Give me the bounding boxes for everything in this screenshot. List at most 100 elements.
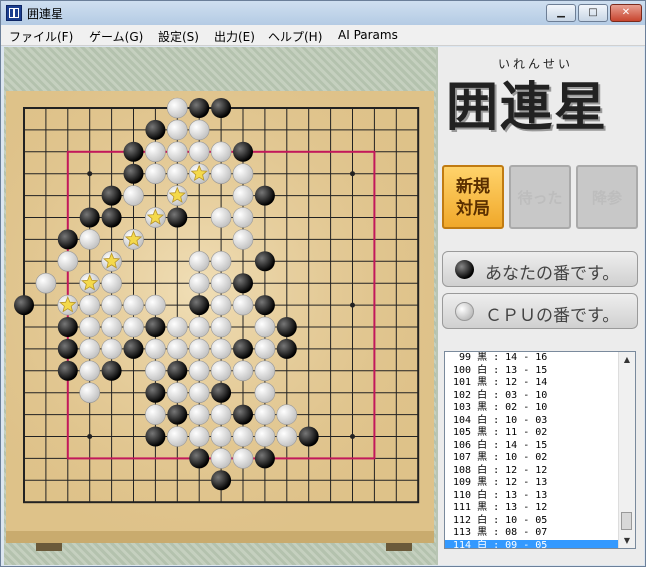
menu-ai-params[interactable]: AI Params (338, 28, 398, 42)
move-list-item[interactable]: 105 黒 : 11 - 02 (445, 427, 619, 440)
black-stone (254, 295, 275, 316)
white-stone (145, 338, 166, 360)
black-stone (14, 295, 34, 316)
black-stone (254, 251, 275, 272)
move-list-item[interactable]: 102 白 : 03 - 10 (445, 390, 619, 403)
resign-label: 降参 (591, 189, 622, 207)
move-list-item[interactable]: 114 白 : 09 - 05 (445, 539, 619, 548)
white-stone (123, 316, 144, 338)
move-list-item[interactable]: 103 黒 : 02 - 10 (445, 402, 619, 415)
move-list-item[interactable]: 110 白 : 13 - 13 (445, 490, 619, 503)
white-stone (101, 272, 122, 294)
star-point (350, 171, 355, 177)
maximize-button[interactable]: □ (578, 4, 608, 22)
white-stone (123, 185, 144, 206)
white-stone (123, 294, 144, 316)
move-list-item[interactable]: 104 白 : 10 - 03 (445, 415, 619, 428)
new-game-button[interactable]: 新規 対局 (442, 165, 504, 229)
move-list-item[interactable]: 99 黒 : 14 - 16 (445, 352, 619, 365)
resign-button[interactable]: 降参 (576, 165, 638, 229)
move-list-item[interactable]: 108 白 : 12 - 12 (445, 465, 619, 478)
black-stone (57, 360, 78, 381)
white-stone (210, 272, 232, 294)
move-list-item[interactable]: 109 黒 : 12 - 13 (445, 477, 619, 490)
white-stone (188, 404, 210, 425)
black-stone (123, 163, 144, 184)
move-list-item[interactable]: 107 黒 : 10 - 02 (445, 452, 619, 465)
black-stone (167, 207, 188, 228)
menu-help[interactable]: ヘルプ(H) (268, 28, 322, 45)
scroll-up-icon[interactable]: ▲ (619, 352, 635, 367)
white-stone (232, 207, 254, 228)
white-stone (210, 294, 232, 316)
white-stone (276, 426, 298, 447)
white-stone (232, 294, 254, 316)
black-stone (167, 404, 188, 425)
white-stone (79, 294, 100, 316)
white-stone (145, 360, 166, 382)
undo-button[interactable]: 待った (509, 165, 571, 229)
black-stone (123, 338, 144, 359)
menu-game[interactable]: ゲーム(G) (89, 28, 143, 45)
move-list-item[interactable]: 113 黒 : 08 - 07 (445, 527, 619, 540)
scroll-thumb[interactable] (621, 512, 632, 530)
black-stone (276, 317, 297, 337)
move-list-item[interactable]: 106 白 : 14 - 15 (445, 440, 619, 453)
white-stone (188, 251, 210, 272)
white-stone (188, 338, 210, 360)
black-stone (233, 141, 253, 162)
move-list-item[interactable]: 111 黒 : 13 - 12 (445, 502, 619, 515)
side-panel: いれんせい 囲連星 新規 対局 待った 降参 あなたの番です。 ＣＰＵの番です。… (438, 47, 644, 565)
white-stone (188, 141, 210, 163)
white-stone (210, 316, 232, 338)
black-stone (57, 229, 78, 250)
white-stone (79, 338, 100, 360)
white-stone (254, 382, 276, 404)
white-stone (210, 141, 232, 163)
white-stone (210, 163, 232, 184)
black-stone (57, 317, 78, 337)
menu-output[interactable]: 出力(E) (214, 28, 255, 45)
white-stone (188, 382, 210, 404)
scroll-down-icon[interactable]: ▼ (619, 533, 635, 548)
move-list-scrollbar[interactable]: ▲ ▼ (618, 352, 635, 548)
black-stone (145, 382, 166, 403)
white-stone (145, 141, 166, 163)
white-stone (101, 316, 122, 338)
go-board[interactable] (4, 47, 436, 565)
title-bar[interactable]: 囲連星 ▁ □ ✕ (1, 1, 645, 25)
white-stone (79, 229, 100, 250)
white-stone (210, 207, 232, 228)
menu-file[interactable]: ファイル(F) (9, 28, 73, 45)
white-stone (167, 97, 188, 119)
menu-settings[interactable]: 設定(S) (158, 28, 199, 45)
move-list-item[interactable]: 101 黒 : 12 - 14 (445, 377, 619, 390)
black-stone (189, 448, 210, 469)
white-stone (232, 448, 254, 469)
white-stone (188, 426, 210, 447)
white-stone (167, 426, 188, 447)
black-stone (79, 207, 100, 228)
minimize-button[interactable]: ▁ (546, 4, 576, 22)
white-stone (210, 338, 232, 360)
black-stone (233, 404, 253, 425)
star-point (87, 171, 93, 177)
black-stone (298, 426, 319, 447)
black-stone (145, 119, 166, 140)
white-stone (210, 251, 232, 272)
cpu-turn-indicator: ＣＰＵの番です。 (442, 293, 638, 329)
white-stone (188, 360, 210, 382)
board-foot (36, 543, 62, 551)
white-stone (276, 404, 298, 425)
white-stone (167, 119, 188, 141)
black-stone (123, 141, 144, 162)
close-button[interactable]: ✕ (610, 4, 642, 22)
move-list[interactable]: 99 黒 : 14 - 16 100 白 : 13 - 15 101 黒 : 1… (444, 351, 636, 549)
black-stone (211, 98, 232, 118)
star-point (87, 434, 93, 439)
player-turn-label: あなたの番です。 (485, 264, 620, 284)
move-list-item[interactable]: 112 白 : 10 - 05 (445, 515, 619, 528)
move-list-item[interactable]: 100 白 : 13 - 15 (445, 365, 619, 378)
white-stone (210, 448, 232, 469)
white-stone (101, 338, 122, 360)
